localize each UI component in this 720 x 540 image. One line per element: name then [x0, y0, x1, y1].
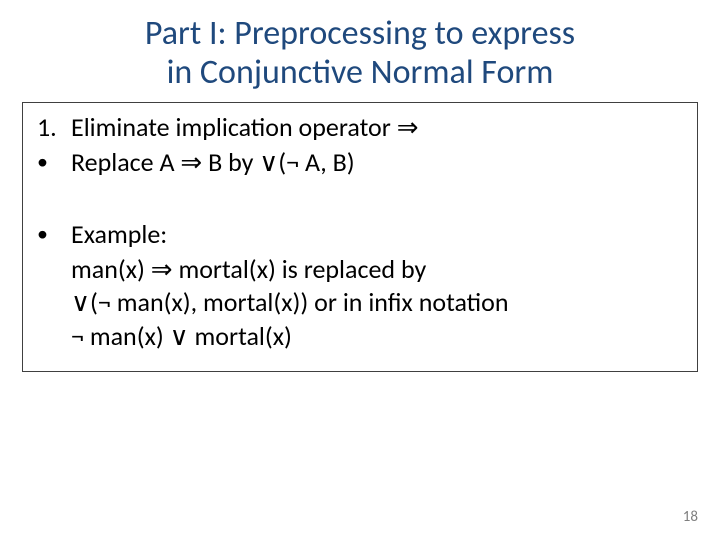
- list-text-1a: Replace A ⇒ B by ∨(¬ A, B): [71, 146, 685, 179]
- title-line-2: in Conjunctive Normal Form: [40, 53, 680, 92]
- example-block: man(x) ⇒ mortal(x) is replaced by ∨(¬ ma…: [35, 253, 685, 353]
- example-line-1: man(x) ⇒ mortal(x) is replaced by: [71, 253, 685, 286]
- page-number: 18: [683, 508, 698, 526]
- example-line-3: ¬ man(x) ∨ mortal(x): [71, 320, 685, 353]
- spacer: [35, 182, 685, 216]
- list-text-1: Eliminate implication operator ⇒: [71, 111, 685, 144]
- list-marker-1: 1.: [35, 111, 71, 144]
- list-item-2: • Example:: [35, 218, 685, 251]
- example-line-2: ∨(¬ man(x), mortal(x)) or in infix notat…: [71, 286, 685, 319]
- list-item-1: 1. Eliminate implication operator ⇒: [35, 111, 685, 144]
- list-item-1a: • Replace A ⇒ B by ∨(¬ A, B): [35, 146, 685, 179]
- content-box: 1. Eliminate implication operator ⇒ • Re…: [22, 102, 698, 372]
- list-text-2: Example:: [71, 218, 685, 251]
- slide-title: Part I: Preprocessing to express in Conj…: [0, 0, 720, 98]
- bullet-marker-1a: •: [35, 146, 71, 178]
- bullet-marker-2: •: [35, 218, 71, 250]
- slide: Part I: Preprocessing to express in Conj…: [0, 0, 720, 540]
- title-line-1: Part I: Preprocessing to express: [40, 14, 680, 53]
